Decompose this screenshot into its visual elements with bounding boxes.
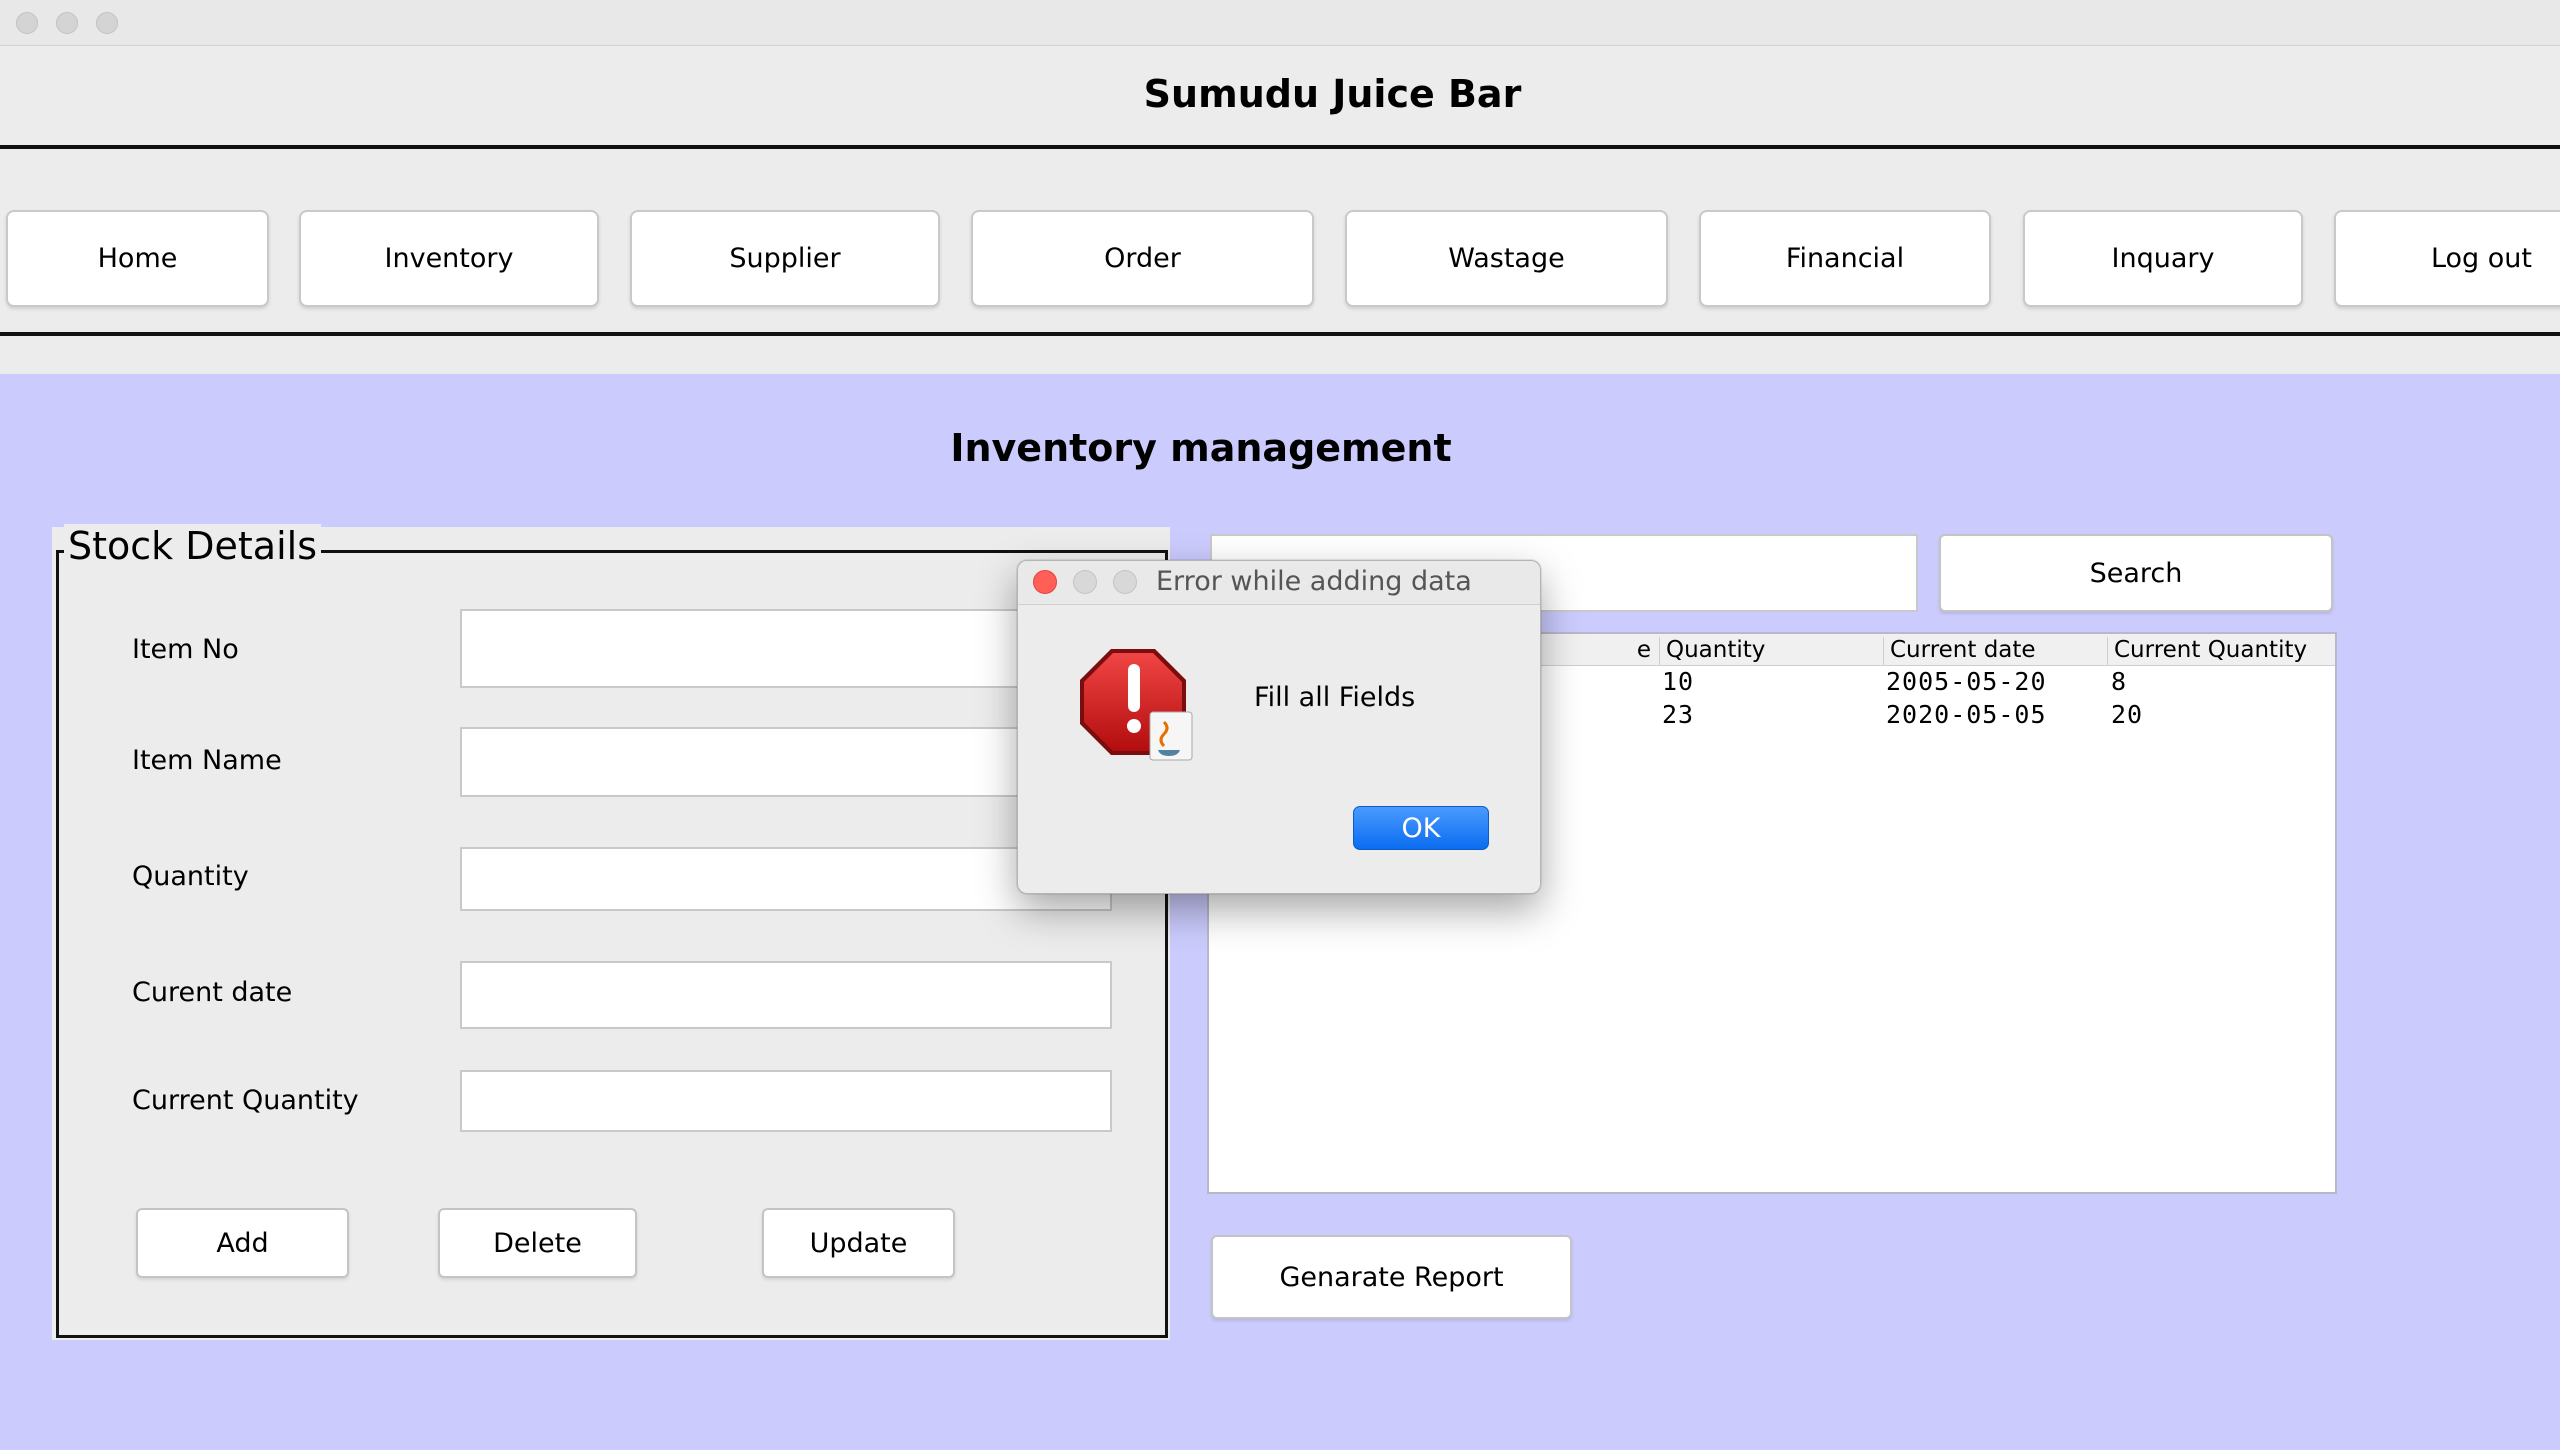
nav-home-button[interactable]: Home bbox=[6, 210, 269, 307]
item-no-input[interactable] bbox=[460, 609, 1112, 688]
dialog-minimize-button bbox=[1073, 570, 1097, 594]
nav-inquary-button[interactable]: Inquary bbox=[2023, 210, 2303, 307]
table-header-partial[interactable]: e bbox=[1530, 637, 1660, 665]
curent-date-label: Curent date bbox=[132, 977, 293, 1008]
nav-supplier-button[interactable]: Supplier bbox=[630, 210, 940, 307]
app-title: Sumudu Juice Bar bbox=[1143, 72, 1522, 116]
nav-inventory-button[interactable]: Inventory bbox=[299, 210, 599, 307]
table-header-quantity[interactable]: Quantity bbox=[1660, 637, 1884, 665]
nav-financial-button[interactable]: Financial bbox=[1699, 210, 1991, 307]
update-button[interactable]: Update bbox=[762, 1208, 955, 1278]
table-cell-current-date: 2020-05-05 bbox=[1886, 700, 2047, 729]
delete-button[interactable]: Delete bbox=[438, 1208, 637, 1278]
table-cell-current-date: 2005-05-20 bbox=[1886, 667, 2047, 696]
window-minimize-button[interactable] bbox=[56, 12, 78, 34]
item-name-label: Item Name bbox=[132, 745, 282, 776]
current-quantity-label: Current Quantity bbox=[132, 1085, 359, 1116]
nav-logout-button[interactable]: Log out bbox=[2334, 210, 2560, 307]
error-stop-icon bbox=[1078, 646, 1198, 766]
page-title: Inventory management bbox=[950, 426, 1452, 470]
window-titlebar bbox=[0, 0, 2560, 46]
window-zoom-button[interactable] bbox=[96, 12, 118, 34]
table-cell-quantity: 23 bbox=[1662, 700, 1695, 729]
nav-wastage-button[interactable]: Wastage bbox=[1345, 210, 1668, 307]
stock-details-legend: Stock Details bbox=[64, 524, 321, 568]
generate-report-button[interactable]: Genarate Report bbox=[1211, 1235, 1572, 1319]
quantity-label: Quantity bbox=[132, 861, 249, 892]
dialog-message: Fill all Fields bbox=[1254, 682, 1416, 713]
nav-order-button[interactable]: Order bbox=[971, 210, 1314, 307]
window-close-button[interactable] bbox=[16, 12, 38, 34]
table-cell-current-quantity: 8 bbox=[2111, 667, 2128, 696]
dialog-title: Error while adding data bbox=[1156, 566, 1472, 597]
table-header-current-quantity[interactable]: Current Quantity bbox=[2108, 637, 2334, 665]
quantity-input[interactable] bbox=[460, 847, 1112, 911]
curent-date-input[interactable] bbox=[460, 961, 1112, 1029]
item-name-input[interactable] bbox=[460, 727, 1112, 797]
item-no-label: Item No bbox=[132, 634, 239, 665]
table-cell-current-quantity: 20 bbox=[2111, 700, 2144, 729]
add-button[interactable]: Add bbox=[136, 1208, 349, 1278]
table-header-current-date[interactable]: Current date bbox=[1884, 637, 2108, 665]
current-quantity-input[interactable] bbox=[460, 1070, 1112, 1132]
table-cell-quantity: 10 bbox=[1662, 667, 1695, 696]
dialog-close-button[interactable] bbox=[1033, 570, 1057, 594]
search-button[interactable]: Search bbox=[1939, 534, 2333, 612]
dialog-zoom-button bbox=[1113, 570, 1137, 594]
ok-button[interactable]: OK bbox=[1353, 806, 1489, 850]
